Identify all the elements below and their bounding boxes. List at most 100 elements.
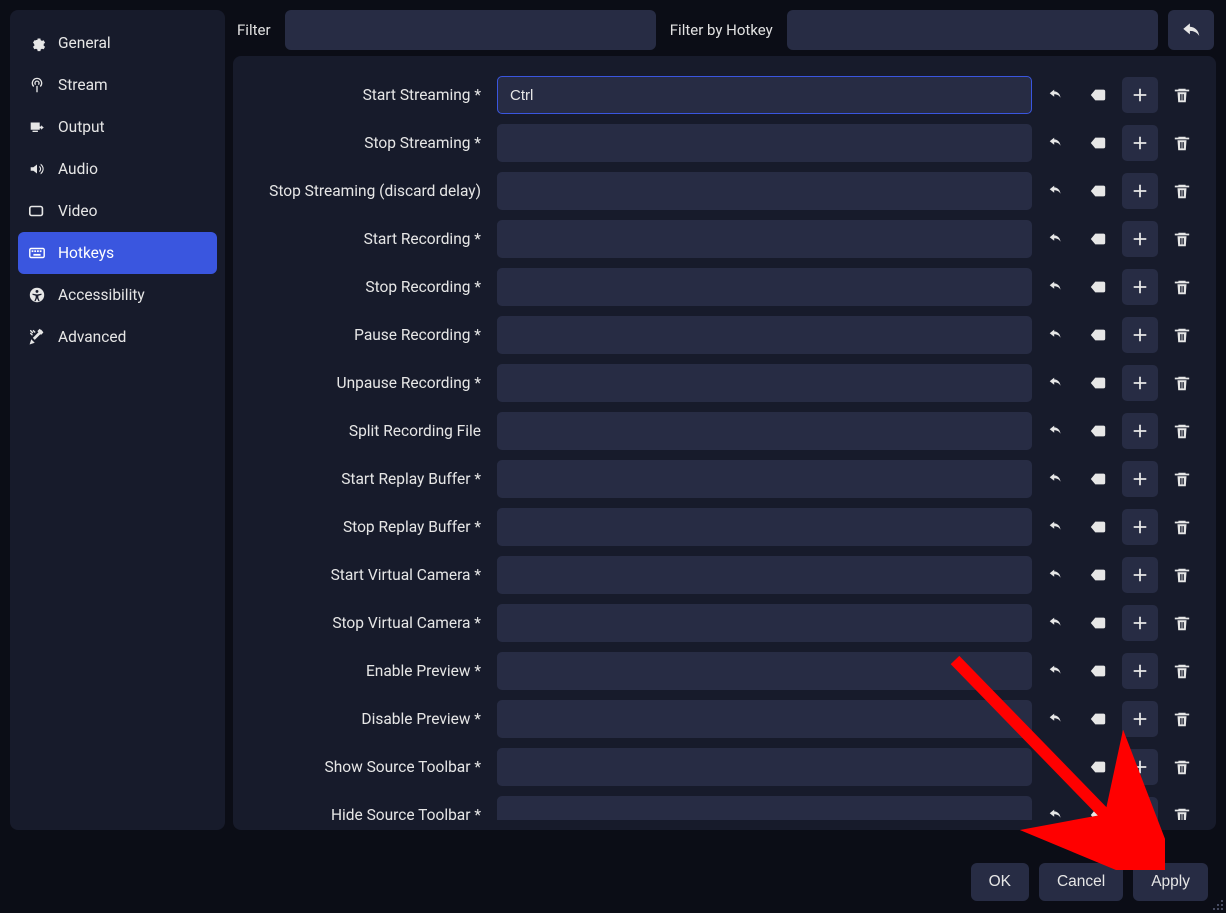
hotkey-list[interactable]: Start Streaming *Stop Streaming *Stop St… bbox=[243, 76, 1206, 820]
hotkey-input[interactable] bbox=[497, 268, 1032, 306]
delete-button[interactable] bbox=[1164, 77, 1200, 113]
clear-button[interactable] bbox=[1080, 653, 1116, 689]
delete-button[interactable] bbox=[1164, 413, 1200, 449]
clear-button[interactable] bbox=[1080, 125, 1116, 161]
add-button[interactable] bbox=[1122, 413, 1158, 449]
delete-button[interactable] bbox=[1164, 365, 1200, 401]
add-button[interactable] bbox=[1122, 125, 1158, 161]
revert-button[interactable] bbox=[1038, 77, 1074, 113]
revert-icon bbox=[1047, 230, 1065, 248]
revert-button[interactable] bbox=[1038, 221, 1074, 257]
revert-button[interactable] bbox=[1038, 269, 1074, 305]
clear-button[interactable] bbox=[1080, 605, 1116, 641]
hotkey-input[interactable] bbox=[497, 652, 1032, 690]
hotkey-input[interactable] bbox=[497, 172, 1032, 210]
sidebar-item-video[interactable]: Video bbox=[18, 190, 217, 232]
clear-button[interactable] bbox=[1080, 701, 1116, 737]
delete-button[interactable] bbox=[1164, 125, 1200, 161]
clear-button[interactable] bbox=[1080, 749, 1116, 785]
add-button[interactable] bbox=[1122, 605, 1158, 641]
clear-button[interactable] bbox=[1080, 557, 1116, 593]
revert-button[interactable] bbox=[1038, 173, 1074, 209]
delete-button[interactable] bbox=[1164, 461, 1200, 497]
add-button[interactable] bbox=[1122, 557, 1158, 593]
delete-button[interactable] bbox=[1164, 173, 1200, 209]
clear-button[interactable] bbox=[1080, 269, 1116, 305]
clear-button[interactable] bbox=[1080, 317, 1116, 353]
add-button[interactable] bbox=[1122, 221, 1158, 257]
clear-button[interactable] bbox=[1080, 509, 1116, 545]
ok-button[interactable]: OK bbox=[971, 863, 1029, 901]
hotkey-input[interactable] bbox=[497, 604, 1032, 642]
clear-button[interactable] bbox=[1080, 221, 1116, 257]
sidebar-item-output[interactable]: Output bbox=[18, 106, 217, 148]
sidebar-item-advanced[interactable]: Advanced bbox=[18, 316, 217, 358]
hotkey-input[interactable] bbox=[497, 748, 1032, 786]
add-button[interactable] bbox=[1122, 653, 1158, 689]
hotkey-input[interactable] bbox=[497, 796, 1032, 820]
hotkey-label: Start Recording * bbox=[243, 230, 491, 248]
sidebar-item-stream[interactable]: Stream bbox=[18, 64, 217, 106]
add-button[interactable] bbox=[1122, 365, 1158, 401]
hotkey-input[interactable] bbox=[497, 220, 1032, 258]
clear-button[interactable] bbox=[1080, 365, 1116, 401]
add-button[interactable] bbox=[1122, 317, 1158, 353]
reset-filters-button[interactable] bbox=[1168, 10, 1214, 50]
revert-button[interactable] bbox=[1038, 749, 1074, 785]
add-button[interactable] bbox=[1122, 701, 1158, 737]
hotkey-input[interactable] bbox=[497, 460, 1032, 498]
delete-button[interactable] bbox=[1164, 653, 1200, 689]
hotkey-input[interactable] bbox=[497, 316, 1032, 354]
filter-by-hotkey-input[interactable] bbox=[787, 10, 1158, 50]
delete-button[interactable] bbox=[1164, 509, 1200, 545]
clear-button[interactable] bbox=[1080, 461, 1116, 497]
revert-button[interactable] bbox=[1038, 461, 1074, 497]
sidebar-item-accessibility[interactable]: Accessibility bbox=[18, 274, 217, 316]
hotkey-input[interactable] bbox=[497, 556, 1032, 594]
revert-button[interactable] bbox=[1038, 797, 1074, 820]
add-button[interactable] bbox=[1122, 77, 1158, 113]
plus-icon bbox=[1131, 518, 1149, 536]
revert-button[interactable] bbox=[1038, 413, 1074, 449]
delete-button[interactable] bbox=[1164, 797, 1200, 820]
clear-button[interactable] bbox=[1080, 77, 1116, 113]
add-button[interactable] bbox=[1122, 173, 1158, 209]
delete-button[interactable] bbox=[1164, 557, 1200, 593]
add-button[interactable] bbox=[1122, 797, 1158, 820]
apply-button[interactable]: Apply bbox=[1133, 863, 1208, 901]
revert-button[interactable] bbox=[1038, 317, 1074, 353]
backspace-icon bbox=[1089, 86, 1107, 104]
sidebar-item-audio[interactable]: Audio bbox=[18, 148, 217, 190]
clear-button[interactable] bbox=[1080, 797, 1116, 820]
filter-input[interactable] bbox=[285, 10, 656, 50]
revert-button[interactable] bbox=[1038, 557, 1074, 593]
hotkey-input[interactable] bbox=[497, 412, 1032, 450]
add-button[interactable] bbox=[1122, 509, 1158, 545]
hotkey-input[interactable] bbox=[497, 124, 1032, 162]
revert-button[interactable] bbox=[1038, 653, 1074, 689]
clear-button[interactable] bbox=[1080, 173, 1116, 209]
delete-button[interactable] bbox=[1164, 317, 1200, 353]
delete-button[interactable] bbox=[1164, 221, 1200, 257]
revert-button[interactable] bbox=[1038, 509, 1074, 545]
resize-grip-icon[interactable] bbox=[1210, 897, 1224, 911]
delete-button[interactable] bbox=[1164, 749, 1200, 785]
hotkey-input[interactable] bbox=[497, 508, 1032, 546]
delete-button[interactable] bbox=[1164, 701, 1200, 737]
add-button[interactable] bbox=[1122, 461, 1158, 497]
hotkey-input[interactable] bbox=[497, 364, 1032, 402]
clear-button[interactable] bbox=[1080, 413, 1116, 449]
sidebar-item-general[interactable]: General bbox=[18, 22, 217, 64]
delete-button[interactable] bbox=[1164, 269, 1200, 305]
add-button[interactable] bbox=[1122, 749, 1158, 785]
revert-button[interactable] bbox=[1038, 701, 1074, 737]
revert-button[interactable] bbox=[1038, 125, 1074, 161]
hotkey-input[interactable] bbox=[497, 700, 1032, 738]
revert-button[interactable] bbox=[1038, 365, 1074, 401]
add-button[interactable] bbox=[1122, 269, 1158, 305]
sidebar-item-hotkeys[interactable]: Hotkeys bbox=[18, 232, 217, 274]
hotkey-input[interactable] bbox=[497, 76, 1032, 114]
delete-button[interactable] bbox=[1164, 605, 1200, 641]
cancel-button[interactable]: Cancel bbox=[1039, 863, 1123, 901]
revert-button[interactable] bbox=[1038, 605, 1074, 641]
